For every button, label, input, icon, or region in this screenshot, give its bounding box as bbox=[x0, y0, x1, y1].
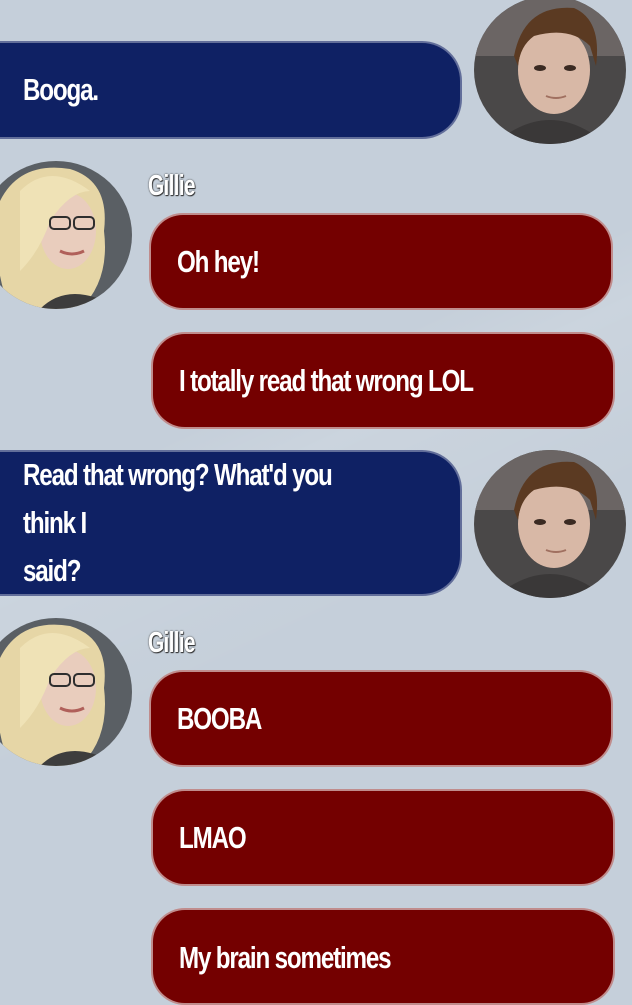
message-bubble-self: Booga. bbox=[0, 41, 462, 139]
female-avatar-icon bbox=[0, 161, 132, 309]
message-text: Read that wrong? What'd you think I said… bbox=[23, 457, 333, 588]
message-bubble-contact: LMAO bbox=[151, 789, 615, 886]
message-bubble-contact: I totally read that wrong LOL bbox=[151, 332, 615, 429]
message-text: My brain sometimes bbox=[179, 940, 392, 975]
message-text: Oh hey! bbox=[177, 243, 260, 279]
male-avatar-icon bbox=[474, 450, 626, 598]
message-bubble-contact: My brain sometimes bbox=[151, 908, 615, 1005]
message-bubble-contact: BOOBA bbox=[149, 670, 613, 767]
message-text: LMAO bbox=[179, 819, 247, 855]
female-avatar-icon bbox=[0, 618, 132, 766]
contact-name: Gillie bbox=[148, 170, 195, 202]
male-avatar-icon bbox=[474, 0, 626, 144]
gillie-avatar[interactable] bbox=[0, 161, 132, 309]
message-bubble-contact: Oh hey! bbox=[149, 213, 613, 310]
self-avatar[interactable] bbox=[474, 0, 626, 144]
message-text: I totally read that wrong LOL bbox=[179, 362, 474, 398]
message-bubble-self: Read that wrong? What'd you think I said… bbox=[0, 450, 462, 596]
contact-name: Gillie bbox=[148, 627, 195, 659]
gillie-avatar[interactable] bbox=[0, 618, 132, 766]
self-avatar[interactable] bbox=[474, 450, 626, 598]
message-text: BOOBA bbox=[177, 700, 262, 736]
message-text: Booga. bbox=[23, 72, 99, 107]
